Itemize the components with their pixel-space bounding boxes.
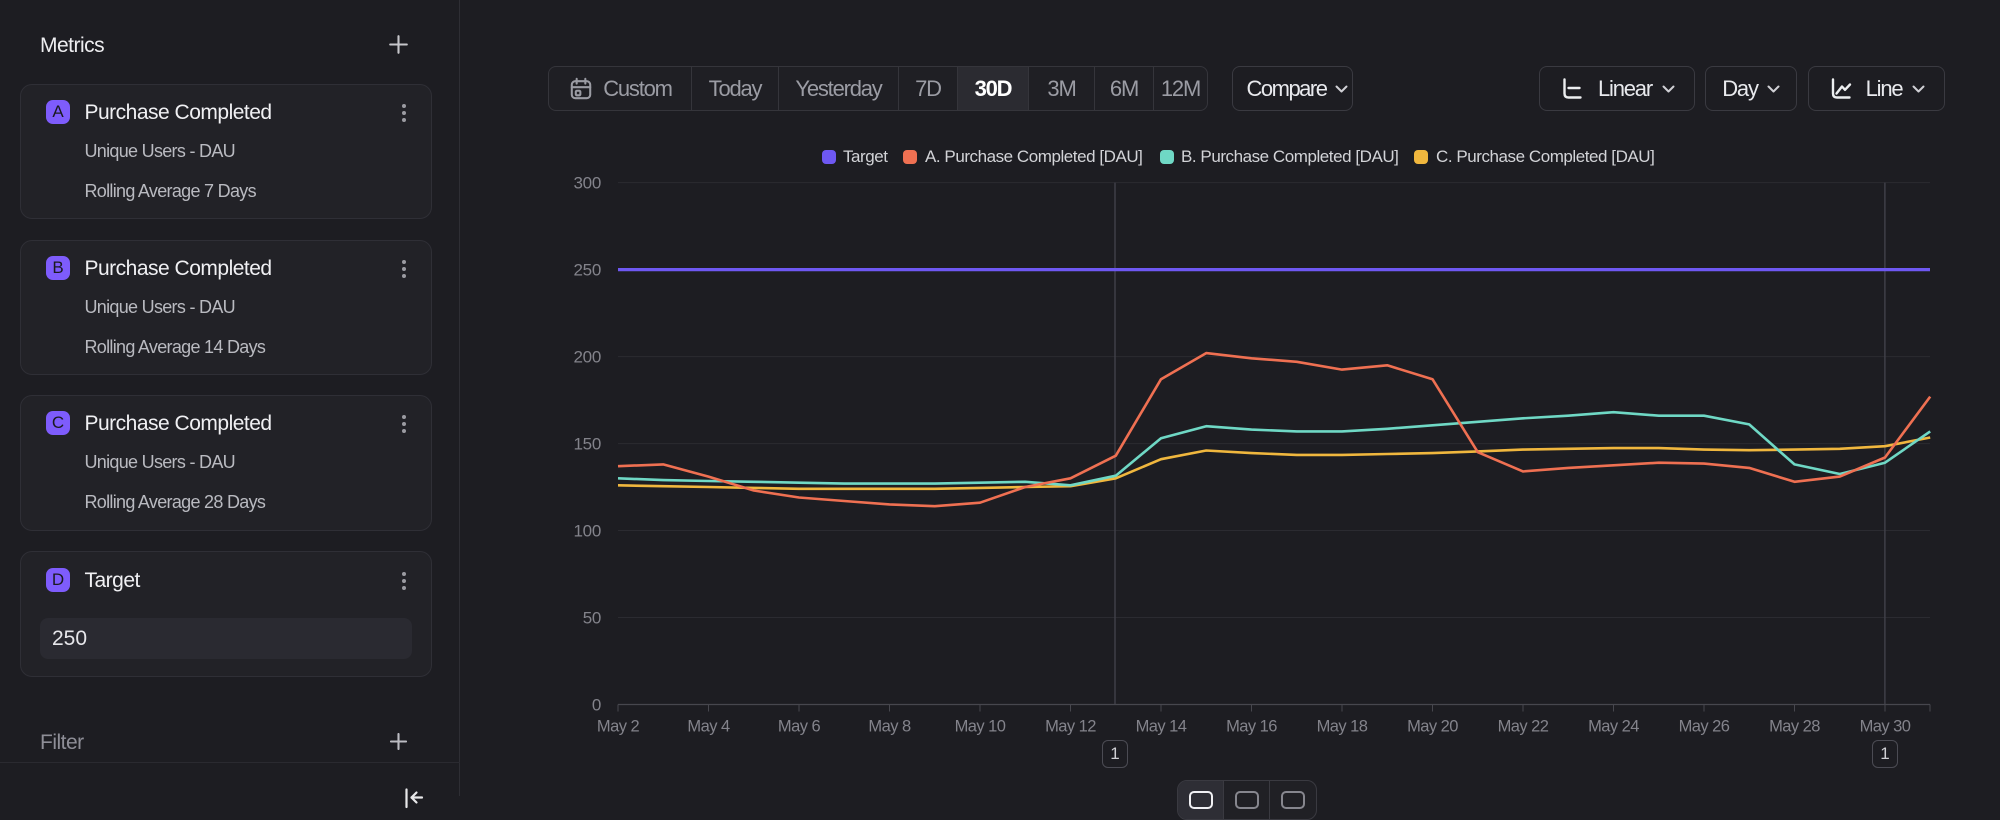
svg-text:May 24: May 24 (1588, 718, 1639, 736)
svg-text:May 4: May 4 (687, 718, 730, 736)
svg-text:200: 200 (574, 348, 601, 367)
svg-text:May 8: May 8 (868, 718, 911, 736)
svg-text:May 2: May 2 (597, 718, 640, 736)
svg-text:May 14: May 14 (1136, 718, 1187, 736)
svg-text:May 10: May 10 (955, 718, 1006, 736)
svg-text:May 26: May 26 (1679, 718, 1730, 736)
svg-text:May 16: May 16 (1226, 718, 1277, 736)
svg-text:100: 100 (574, 522, 601, 541)
svg-text:May 28: May 28 (1769, 718, 1820, 736)
svg-text:May 6: May 6 (778, 718, 821, 736)
svg-text:May 20: May 20 (1407, 718, 1458, 736)
svg-text:May 12: May 12 (1045, 718, 1096, 736)
svg-text:250: 250 (574, 261, 601, 280)
svg-text:50: 50 (583, 609, 601, 628)
svg-text:May 22: May 22 (1498, 718, 1549, 736)
svg-text:May 30: May 30 (1860, 718, 1911, 736)
svg-text:0: 0 (592, 696, 601, 715)
svg-text:150: 150 (574, 435, 601, 454)
svg-text:300: 300 (574, 174, 601, 193)
svg-text:May 18: May 18 (1317, 718, 1368, 736)
